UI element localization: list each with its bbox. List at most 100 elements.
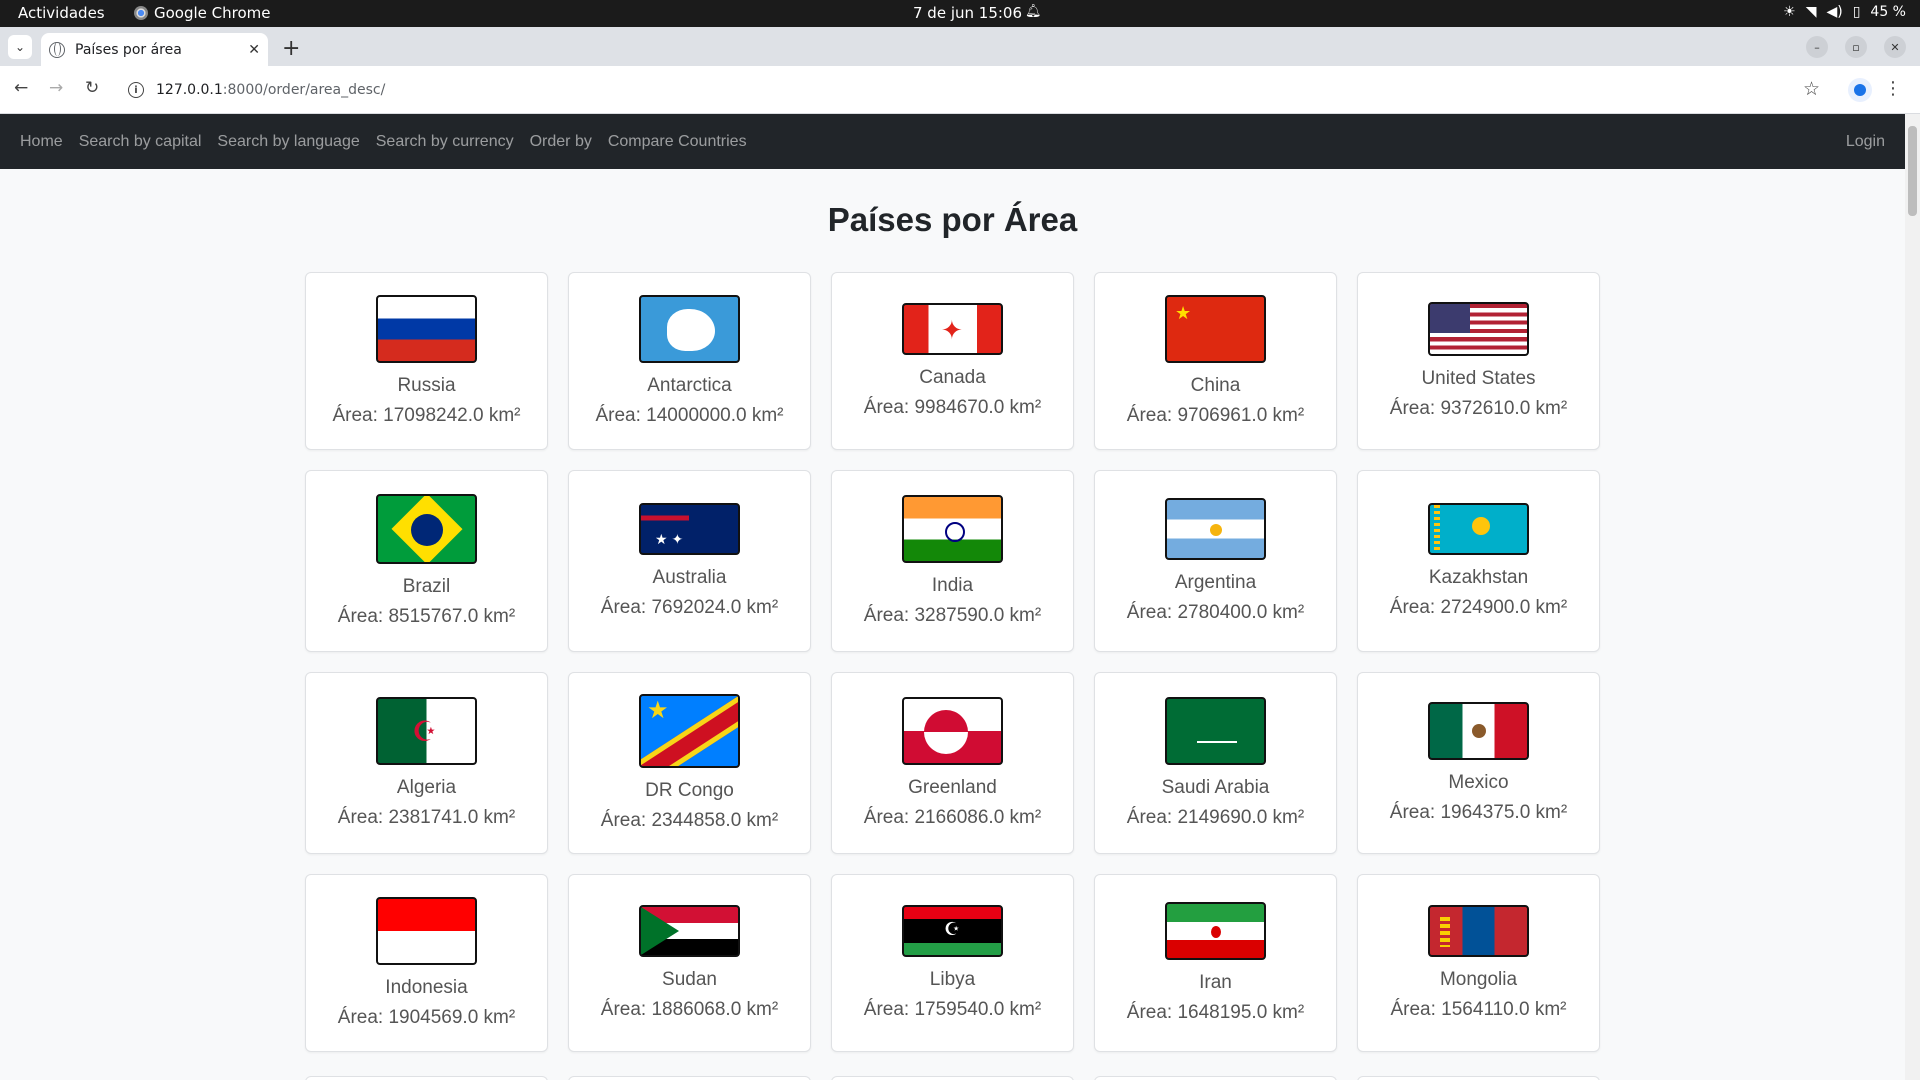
country-name: India [931,575,974,596]
country-card[interactable]: Brazil Área: 8515767.0 km² [305,470,548,652]
country-card[interactable]: Saudi Arabia Área: 2149690.0 km² [1094,672,1337,854]
country-card[interactable]: DR Congo Área: 2344858.0 km² [568,672,811,854]
activities-button[interactable]: Actividades [18,4,105,22]
canada-flag-icon [902,303,1003,355]
russia-flag-icon [376,295,477,363]
country-area: Área: 2724900.0 km² [1389,597,1568,618]
close-tab-icon[interactable]: ✕ [248,42,260,58]
country-name: Argentina [1174,572,1257,593]
country-name: Australia [652,567,727,588]
site-navbar: Home Search by capital Search by languag… [0,114,1905,169]
bookmark-star-icon[interactable]: ☆ [1803,78,1820,100]
back-arrow-icon[interactable]: ← [14,78,28,98]
country-name: Russia [397,375,456,396]
country-name: Mexico [1448,772,1509,793]
chrome-icon [134,6,148,20]
country-card[interactable]: Mongolia Área: 1564110.0 km² [1357,874,1600,1052]
country-card-partial[interactable] [568,1076,811,1080]
reload-icon[interactable]: ↻ [85,78,99,98]
page-title: Países por Área [827,201,1078,238]
system-tray[interactable]: ☀ ◥ ◀) ▯ 45 % [1783,4,1906,20]
country-area: Área: 3287590.0 km² [863,605,1042,626]
nav-compare-countries[interactable]: Compare Countries [608,133,747,151]
wifi-icon: ◥ [1805,4,1817,20]
globe-icon [49,41,65,58]
notification-bell-icon: 🔔︎ [1025,4,1042,19]
country-card[interactable]: Greenland Área: 2166086.0 km² [831,672,1074,854]
country-card[interactable]: Algeria Área: 2381741.0 km² [305,672,548,854]
country-area: Área: 2780400.0 km² [1126,602,1305,623]
profile-avatar-icon[interactable] [1848,78,1872,102]
country-card[interactable]: Iran Área: 1648195.0 km² [1094,874,1337,1052]
country-name: Brazil [402,576,451,597]
libya-flag-icon [902,905,1003,957]
country-card[interactable]: Kazakhstan Área: 2724900.0 km² [1357,470,1600,652]
url-host: 127.0.0.1 [156,82,223,98]
iran-flag-icon [1165,902,1266,960]
country-grid: Russia Área: 17098242.0 km² Antarctica Áre… [305,272,1600,1052]
chrome-menu-icon[interactable]: ⋮ [1884,78,1902,99]
country-card-partial[interactable] [305,1076,548,1080]
system-top-bar: Actividades Google Chrome 7 de jun 15:06… [0,0,1920,27]
country-area: Área: 2149690.0 km² [1126,807,1305,828]
country-card[interactable]: India Área: 3287590.0 km² [831,470,1074,652]
country-area: Área: 2381741.0 km² [337,807,516,828]
nav-order-by[interactable]: Order by [530,133,592,151]
new-tab-button[interactable]: + [282,36,300,61]
country-card[interactable]: United States Área: 9372610.0 km² [1357,272,1600,450]
country-card[interactable]: Mexico Área: 1964375.0 km² [1357,672,1600,854]
country-name: Sudan [662,969,717,990]
saudi-flag-icon [1165,697,1266,765]
country-area: Área: 14000000.0 km² [595,405,784,426]
country-card[interactable]: Sudan Área: 1886068.0 km² [568,874,811,1052]
country-card[interactable]: Argentina Área: 2780400.0 km² [1094,470,1337,652]
country-area: Área: 9706961.0 km² [1126,405,1305,426]
indonesia-flag-icon [376,897,477,965]
active-tab[interactable]: Países por área ✕ [41,33,268,66]
close-window-button[interactable]: ✕ [1884,36,1906,58]
app-menu[interactable]: Google Chrome [134,4,271,22]
tab-search-button[interactable]: ⌄ [8,35,32,59]
country-card-partial[interactable] [1094,1076,1337,1080]
country-card-partial[interactable] [1357,1076,1600,1080]
country-card[interactable]: China Área: 9706961.0 km² [1094,272,1337,450]
forward-arrow-icon[interactable]: → [49,78,63,98]
china-flag-icon [1165,295,1266,363]
nav-search-language[interactable]: Search by language [217,133,359,151]
country-card[interactable]: Indonesia Área: 1904569.0 km² [305,874,548,1052]
country-name: Greenland [908,777,997,798]
tab-strip: ⌄ Países por área ✕ + – ▫ ✕ [0,27,1920,66]
clock[interactable]: 7 de jun 15:06 [913,4,1022,22]
country-area: Área: 8515767.0 km² [337,606,516,627]
country-name: Libya [929,969,976,990]
country-card[interactable]: Antarctica Área: 14000000.0 km² [568,272,811,450]
drc-flag-icon [639,694,740,768]
maximize-button[interactable]: ▫ [1845,36,1867,58]
country-area: Área: 1904569.0 km² [337,1007,516,1028]
scrollbar-thumb[interactable] [1908,126,1917,216]
login-link[interactable]: Login [1846,133,1885,151]
nav-home[interactable]: Home [20,133,63,151]
country-area: Área: 9984670.0 km² [863,397,1042,418]
country-area: Área: 7692024.0 km² [600,597,779,618]
kazakhstan-flag-icon [1428,503,1529,555]
site-info-icon[interactable]: i [128,82,144,98]
volume-icon: ◀) [1826,4,1843,20]
country-area: Área: 1886068.0 km² [600,999,779,1020]
greenland-flag-icon [902,697,1003,765]
country-area: Área: 1648195.0 km² [1126,1002,1305,1023]
country-area: Área: 1564110.0 km² [1390,999,1567,1020]
page-scrollbar[interactable] [1905,114,1920,1080]
nav-search-capital[interactable]: Search by capital [79,133,202,151]
country-card[interactable]: Russia Área: 17098242.0 km² [305,272,548,450]
australia-flag-icon [639,503,740,555]
browser-toolbar: ← → ↻ i 127.0.0.1:8000/order/area_desc/ … [0,66,1920,114]
country-card[interactable]: Australia Área: 7692024.0 km² [568,470,811,652]
country-card[interactable]: Canada Área: 9984670.0 km² [831,272,1074,450]
address-bar[interactable]: i 127.0.0.1:8000/order/area_desc/ [118,73,1798,107]
country-card-partial[interactable] [831,1076,1074,1080]
battery-icon: ▯ [1852,4,1861,20]
nav-search-currency[interactable]: Search by currency [376,133,514,151]
country-card[interactable]: Libya Área: 1759540.0 km² [831,874,1074,1052]
minimize-button[interactable]: – [1806,36,1828,58]
